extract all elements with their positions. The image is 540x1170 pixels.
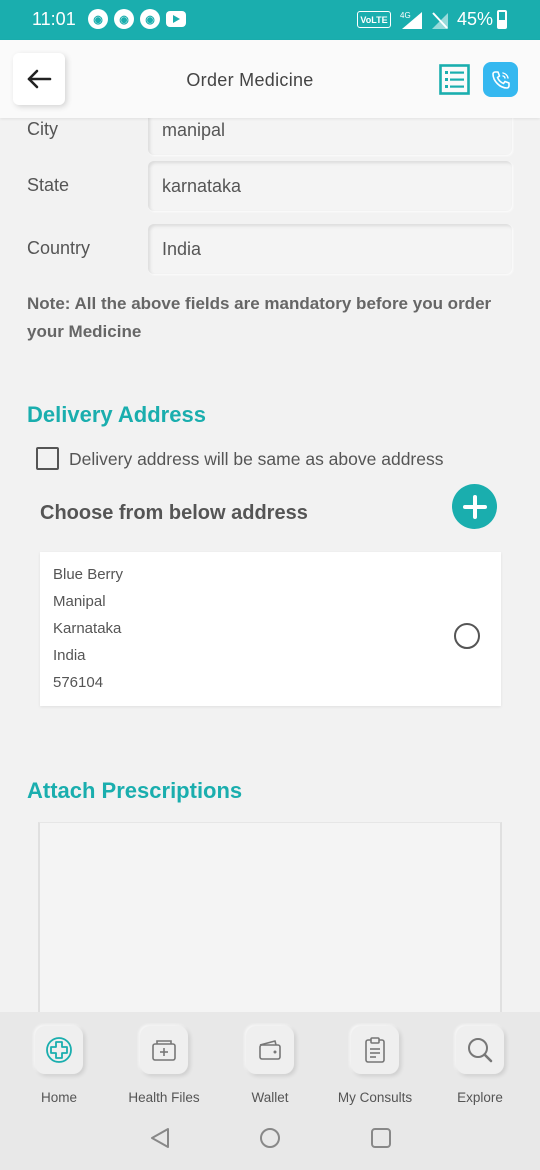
nav-wallet[interactable]: Wallet	[217, 1026, 323, 1105]
system-recents-icon[interactable]	[370, 1127, 392, 1149]
clipboard-icon	[351, 1026, 399, 1074]
nav-label: Health Files	[128, 1090, 200, 1105]
search-icon	[456, 1026, 504, 1074]
state-field[interactable]: karnataka	[148, 161, 512, 211]
signal-icon: 4G	[400, 11, 422, 29]
city-field[interactable]: manipal	[148, 118, 512, 155]
nav-label: My Consults	[337, 1090, 413, 1105]
app-header: Order Medicine	[0, 40, 540, 118]
nav-health-files[interactable]: Health Files	[111, 1026, 217, 1105]
order-form-content[interactable]: City manipal State karnataka Country Ind…	[0, 118, 540, 1012]
attach-prescriptions-heading: Attach Prescriptions	[27, 778, 243, 803]
wallet-icon	[246, 1026, 294, 1074]
same-address-label[interactable]: Delivery address will be same as above a…	[69, 449, 443, 470]
bottom-navigation: Home Health Files Wallet My Consults Exp…	[0, 1012, 540, 1170]
battery-percent: 45%	[457, 9, 494, 29]
page-title: Order Medicine	[186, 70, 314, 90]
phone-icon	[491, 70, 510, 89]
state-row: State karnataka	[0, 161, 540, 211]
country-label: Country	[27, 238, 91, 258]
add-address-button[interactable]	[452, 484, 497, 529]
nav-home[interactable]: Home	[6, 1026, 112, 1105]
city-row: City manipal	[0, 118, 540, 155]
battery-icon	[497, 10, 507, 29]
same-address-checkbox[interactable]	[36, 447, 59, 470]
choose-address-label: Choose from below address	[40, 502, 308, 524]
list-icon[interactable]	[439, 64, 470, 95]
notification-globe-icon: ◉	[114, 9, 134, 29]
address-line: India	[53, 647, 86, 664]
nav-explore[interactable]: Explore	[427, 1026, 533, 1105]
prescription-upload-area[interactable]	[38, 822, 502, 1012]
country-row: Country India	[0, 224, 540, 274]
call-button[interactable]	[483, 62, 518, 97]
notification-globe-icon: ◉	[88, 9, 108, 29]
health-files-icon	[140, 1026, 188, 1074]
address-radio[interactable]	[454, 623, 480, 649]
nav-label: Explore	[457, 1090, 503, 1105]
address-line: Blue Berry	[53, 566, 124, 583]
volte-badge: VoLTE	[357, 11, 391, 28]
city-label: City	[27, 119, 58, 139]
home-plus-icon	[35, 1026, 83, 1074]
status-bar: 11:01 ◉ ◉ ◉ VoLTE 4G 45%	[0, 0, 540, 40]
notification-icons: ◉ ◉ ◉	[88, 9, 186, 29]
nav-label: Home	[40, 1090, 77, 1105]
notification-globe-icon: ◉	[140, 9, 160, 29]
system-home-icon[interactable]	[259, 1127, 281, 1149]
no-sim-icon	[432, 12, 448, 29]
nav-my-consults[interactable]: My Consults	[322, 1026, 428, 1105]
status-time: 11:01	[32, 9, 76, 29]
plus-icon	[462, 494, 487, 519]
address-line: 576104	[53, 674, 104, 691]
system-back-icon[interactable]	[148, 1126, 172, 1150]
nav-label: Wallet	[251, 1090, 289, 1105]
country-field[interactable]: India	[148, 224, 512, 274]
address-card[interactable]: Blue Berry Manipal Karnataka India 57610…	[40, 552, 501, 706]
address-line: Manipal	[53, 593, 106, 610]
youtube-icon	[166, 11, 186, 27]
state-label: State	[27, 175, 70, 195]
svg-text:4G: 4G	[400, 11, 411, 20]
address-line: Karnataka	[53, 620, 122, 637]
delivery-address-heading: Delivery Address	[27, 402, 206, 427]
mandatory-note: Note: All the above fields are mandatory…	[27, 294, 492, 341]
